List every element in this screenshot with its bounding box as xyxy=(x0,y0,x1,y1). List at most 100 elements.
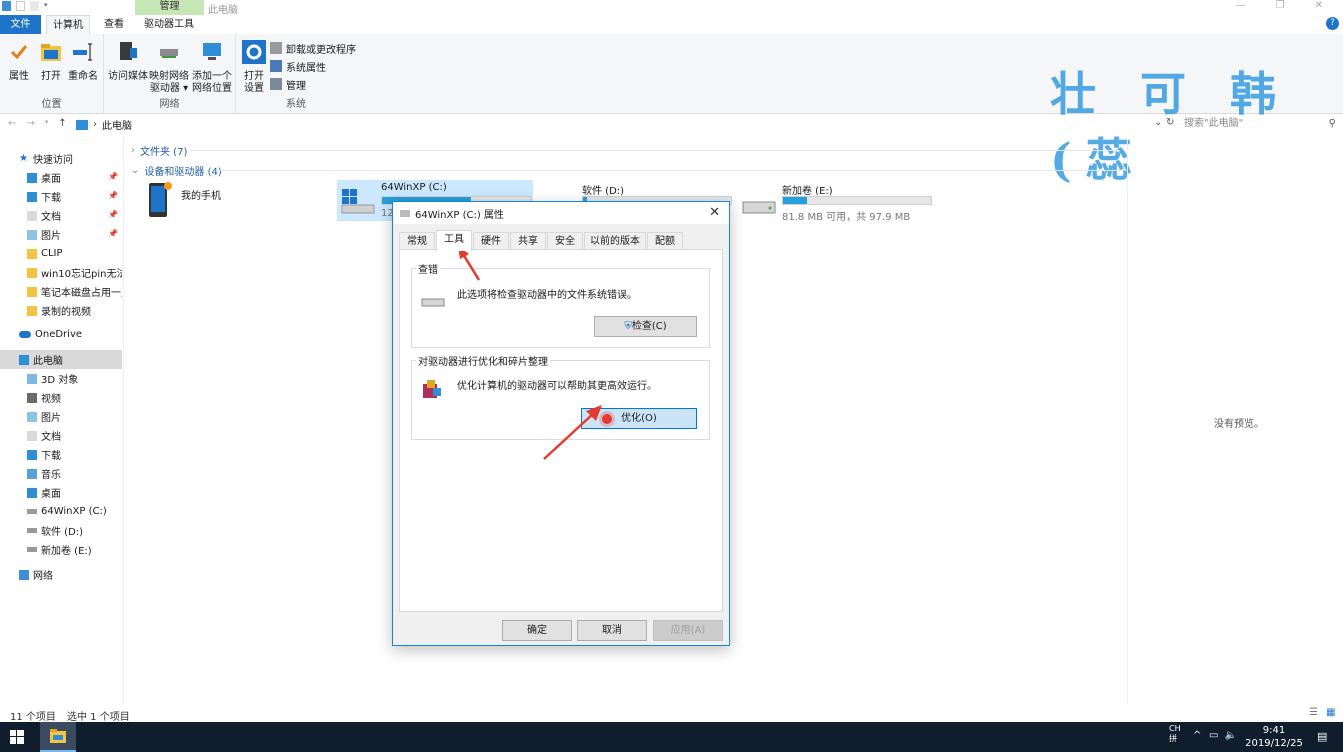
drive-e[interactable]: 新加卷 (E:) 81.8 MB 可用，共 97.9 MB xyxy=(738,180,934,223)
uninstall-program-button[interactable]: 卸载或更改程序 xyxy=(270,39,356,57)
tab-security[interactable]: 安全 xyxy=(547,232,583,250)
checkmark-icon xyxy=(10,45,28,60)
forward-arrow-icon[interactable]: → xyxy=(26,118,34,129)
network-drive-icon xyxy=(160,49,178,58)
pin-icon[interactable]: 📌 xyxy=(108,229,118,238)
app-icon xyxy=(2,1,11,11)
nav-pc-item[interactable]: 3D 对象 xyxy=(0,369,122,388)
nav-pc-item[interactable]: 文档 xyxy=(0,426,122,445)
nav-this-pc[interactable]: 此电脑 xyxy=(0,350,122,369)
notification-center-icon[interactable]: ▤ xyxy=(1317,730,1327,743)
search-icon[interactable]: ⚲ xyxy=(1329,116,1336,132)
search-input[interactable]: 搜索"此电脑" ⚲ xyxy=(1180,116,1340,133)
address-bar: ← → ▾ ↑ › 此电脑 ⌄ ↻ 搜索"此电脑" ⚲ xyxy=(0,115,1343,134)
history-dropdown-icon[interactable]: ▾ xyxy=(45,118,49,129)
access-media-button[interactable]: 访问媒体 xyxy=(108,40,148,83)
nav-quick-access[interactable]: ★ 快速访问 xyxy=(0,149,122,168)
tab-general[interactable]: 常规 xyxy=(399,232,435,250)
nav-quick-item[interactable]: 录制的视频 xyxy=(0,301,122,320)
cancel-button[interactable]: 取消 xyxy=(577,620,647,641)
nav-pc-item[interactable]: 桌面 xyxy=(0,483,122,502)
tab-tools[interactable]: 工具 xyxy=(436,230,472,251)
minimize-icon[interactable]: — xyxy=(1236,0,1246,11)
pin-icon[interactable]: 📌 xyxy=(108,210,118,219)
dialog-close-icon[interactable]: ✕ xyxy=(709,205,720,220)
refresh-icon[interactable]: ↻ xyxy=(1166,117,1174,128)
ok-button[interactable]: 确定 xyxy=(502,620,572,641)
drive-d-icon xyxy=(27,528,37,533)
apply-button[interactable]: 应用(A) xyxy=(653,620,723,641)
input-method-indicator[interactable]: CH 拼 xyxy=(1169,724,1181,744)
nav-quick-item[interactable]: CLIP xyxy=(0,244,122,263)
pin-icon[interactable]: 📌 xyxy=(108,172,118,181)
nav-quick-item[interactable]: win10忘记pin无法开 xyxy=(0,263,122,282)
breadcrumb-this-pc[interactable]: 此电脑 xyxy=(102,117,132,132)
map-drive-button[interactable]: 映射网络 驱动器 ▾ xyxy=(148,40,190,95)
show-hidden-icons-icon[interactable]: ^ xyxy=(1193,730,1201,741)
map-drive-label-1: 映射网络 xyxy=(149,71,189,82)
group-header-devices[interactable]: ⌄ 设备和驱动器 (4) xyxy=(131,163,222,178)
maximize-icon[interactable]: ❐ xyxy=(1276,0,1285,11)
tab-file[interactable]: 文件 xyxy=(0,15,41,34)
network-location-icon xyxy=(203,43,221,60)
pin-icon[interactable]: 📌 xyxy=(108,191,118,200)
volume-icon[interactable]: 🔈 xyxy=(1224,730,1242,741)
breadcrumb-chevron-icon[interactable]: › xyxy=(93,119,97,130)
file-explorer-icon xyxy=(50,729,66,743)
clock[interactable]: 9:41 2019/12/25 xyxy=(1245,724,1303,750)
up-arrow-icon[interactable]: ↑ xyxy=(58,118,66,129)
properties-qat-icon[interactable] xyxy=(16,1,25,11)
nav-quick-item[interactable]: 下载 📌 xyxy=(0,187,122,206)
manage-context-tab[interactable]: 管理 xyxy=(135,0,204,15)
rename-button[interactable]: 重命名 xyxy=(66,40,100,83)
address-dropdown-icon[interactable]: ⌄ xyxy=(1154,117,1162,128)
details-view-icon[interactable]: ☰ xyxy=(1309,707,1318,718)
check-description: 此选项将检查驱动器中的文件系统错误。 xyxy=(457,290,637,301)
check-button[interactable]: ⛨检查(C) xyxy=(594,316,697,337)
help-icon[interactable]: ? xyxy=(1326,17,1339,30)
nav-pc-item[interactable]: 新加卷 (E:) xyxy=(0,540,122,559)
nav-pc-item[interactable]: 视频 xyxy=(0,388,122,407)
dialog-title-bar[interactable]: 64WinXP (C:) 属性 xyxy=(393,202,729,224)
properties-label: 属性 xyxy=(9,71,29,82)
nav-pc-item[interactable]: 下载 xyxy=(0,445,122,464)
nav-pc-item[interactable]: 图片 xyxy=(0,407,122,426)
device-phone[interactable]: 我的手机 xyxy=(141,181,321,221)
group-header-folders[interactable]: › 文件夹 (7) xyxy=(131,143,187,158)
nav-pc-item[interactable]: 软件 (D:) xyxy=(0,521,122,540)
add-network-location-button[interactable]: 添加一个 网络位置 xyxy=(190,40,234,95)
open-settings-button[interactable]: 打开 设置 xyxy=(240,40,268,95)
path-box[interactable]: › 此电脑 xyxy=(76,116,1176,133)
folder-qat-icon[interactable] xyxy=(30,1,39,11)
tab-computer[interactable]: 计算机 xyxy=(46,15,90,34)
ribbon-group-network: 访问媒体 映射网络 驱动器 ▾ 添加一个 网络位置 网络 xyxy=(104,34,236,114)
nav-quick-item[interactable]: 桌面 📌 xyxy=(0,168,122,187)
close-window-icon[interactable]: ✕ xyxy=(1315,0,1323,11)
manage-button[interactable]: 管理 xyxy=(270,75,356,93)
properties-button[interactable]: 属性 xyxy=(6,40,32,83)
windows-start-icon[interactable] xyxy=(10,730,24,744)
nav-quick-item[interactable]: 笔记本磁盘占用一直 xyxy=(0,282,122,301)
back-arrow-icon[interactable]: ← xyxy=(8,118,16,129)
nav-quick-item[interactable]: 文档 📌 xyxy=(0,206,122,225)
tab-quota[interactable]: 配额 xyxy=(647,232,683,250)
open-button[interactable]: 打开 xyxy=(38,40,64,83)
nav-network[interactable]: 网络 xyxy=(0,565,122,584)
chevron-right-icon: › xyxy=(131,145,135,156)
taskbar-file-explorer[interactable] xyxy=(40,722,76,752)
network-status-icon[interactable]: ▭ xyxy=(1209,730,1224,741)
large-icons-view-icon[interactable]: ▦ xyxy=(1326,707,1335,718)
tab-previous-versions[interactable]: 以前的版本 xyxy=(584,232,646,250)
nav-pc-item[interactable]: 音乐 xyxy=(0,464,122,483)
system-properties-button[interactable]: 系统属性 xyxy=(270,57,356,75)
window-title: 此电脑 xyxy=(208,5,238,16)
nav-label: 软件 (D:) xyxy=(41,527,84,538)
nav-onedrive[interactable]: OneDrive xyxy=(0,325,122,344)
tab-view[interactable]: 查看 xyxy=(97,15,131,34)
nav-quick-item[interactable]: 图片 📌 xyxy=(0,225,122,244)
tab-drive-tools[interactable]: 驱动器工具 xyxy=(137,15,201,34)
system-properties-label: 系统属性 xyxy=(286,62,326,74)
nav-pc-item[interactable]: 64WinXP (C:) xyxy=(0,502,122,521)
qat-dropdown-icon[interactable]: ▾ xyxy=(44,1,53,11)
tab-sharing[interactable]: 共享 xyxy=(510,232,546,250)
